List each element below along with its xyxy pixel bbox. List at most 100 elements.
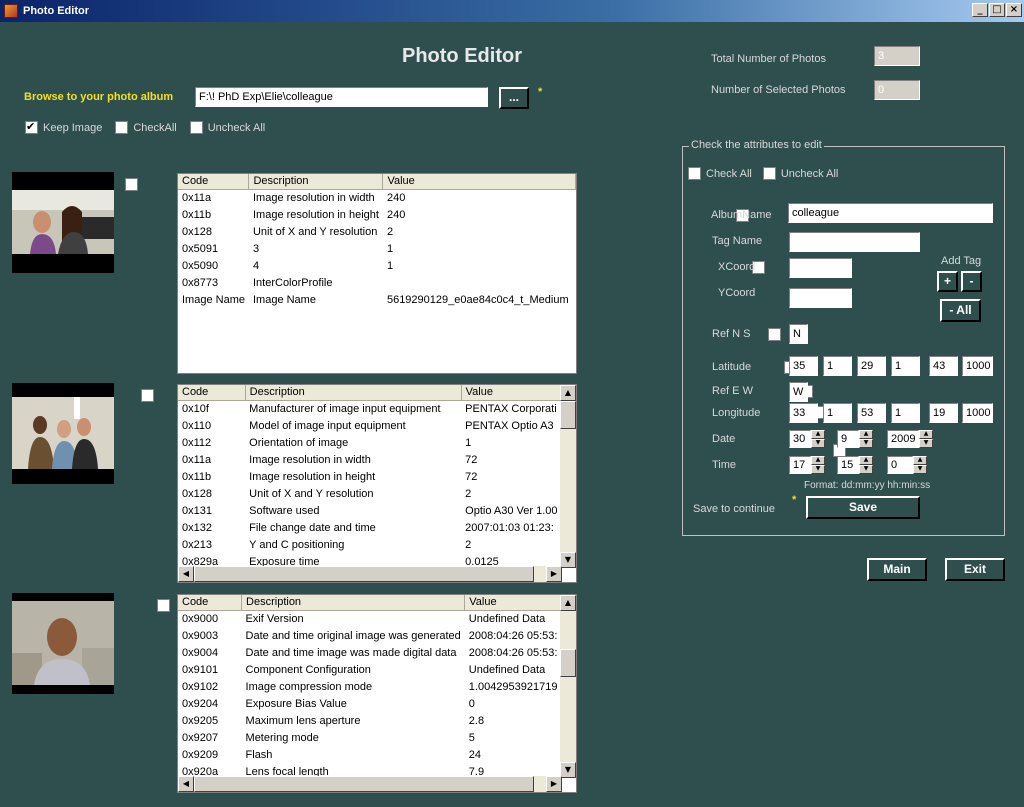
- cell-value[interactable]: 2: [383, 223, 576, 240]
- latitude-minutes-input[interactable]: 29: [857, 356, 886, 376]
- date-year-value[interactable]: 2009: [887, 430, 919, 448]
- cell-description[interactable]: Manufacturer of image input equipment: [245, 400, 461, 417]
- cell-value[interactable]: 2.8: [465, 712, 562, 729]
- table-row[interactable]: 0x9000 Exif Version Undefined Data: [178, 610, 562, 627]
- date-month-value[interactable]: 9: [837, 430, 859, 448]
- cell-description[interactable]: 4: [249, 257, 383, 274]
- cell-value[interactable]: 5619290129_e0ae84c0c4_t_Medium: [383, 291, 576, 308]
- cell-value[interactable]: 240: [383, 206, 576, 223]
- cell-description[interactable]: Image Name: [249, 291, 383, 308]
- column-header-description[interactable]: Description: [241, 595, 466, 611]
- cell-value[interactable]: 0: [465, 695, 562, 712]
- scrollbar-thumb[interactable]: [194, 566, 534, 582]
- scroll-down-arrow-icon[interactable]: ▼: [560, 552, 576, 568]
- table-row[interactable]: 0x128 Unit of X and Y resolution 2: [178, 485, 562, 502]
- cell-code[interactable]: 0x9003: [178, 627, 242, 644]
- cell-value[interactable]: 2008:04:26 05:53:: [465, 627, 562, 644]
- scrollbar-thumb[interactable]: [194, 776, 534, 792]
- column-header-code[interactable]: Code: [178, 385, 246, 401]
- table-row[interactable]: 0x213 Y and C positioning 2: [178, 536, 562, 553]
- longitude-minutes-denominator-input[interactable]: 1: [891, 403, 920, 423]
- uncheck-all-photos-checkbox[interactable]: [189, 121, 203, 134]
- cell-code[interactable]: 0x128: [178, 223, 249, 240]
- table-row[interactable]: 0x132 File change date and time 2007:01:03…: [178, 519, 562, 536]
- cell-description[interactable]: Exposure Bias Value: [242, 695, 465, 712]
- cell-code[interactable]: 0x9101: [178, 661, 242, 678]
- browse-button[interactable]: ...: [499, 87, 529, 109]
- cell-value[interactable]: PENTAX Optio A3: [461, 417, 561, 434]
- column-header-description[interactable]: Description: [245, 385, 462, 401]
- table-row[interactable]: 0x5091 3 1: [178, 240, 576, 257]
- cell-description[interactable]: Unit of X and Y resolution: [249, 223, 383, 240]
- table-row[interactable]: 0x9205 Maximum lens aperture 2.8: [178, 712, 562, 729]
- uncheck-all-attributes-checkbox[interactable]: [762, 167, 776, 180]
- scroll-up-arrow-icon[interactable]: ▲: [560, 385, 576, 401]
- keep-image-checkbox[interactable]: [25, 120, 38, 134]
- table-row[interactable]: 0x9101 Component Configuration Undefined D…: [178, 661, 562, 678]
- scroll-left-arrow-icon[interactable]: ◀: [178, 776, 194, 792]
- table-row[interactable]: 0x11b Image resolution in height 72: [178, 468, 562, 485]
- cell-value[interactable]: 1: [383, 240, 576, 257]
- cell-description[interactable]: Image resolution in height: [249, 206, 383, 223]
- table-row[interactable]: 0x9204 Exposure Bias Value 0: [178, 695, 562, 712]
- table-row[interactable]: 0x8773 InterColorProfile: [178, 274, 576, 291]
- vertical-scrollbar[interactable]: ▲ ▼: [560, 385, 576, 568]
- cell-description[interactable]: Flash: [242, 746, 465, 763]
- cell-code[interactable]: 0x5090: [178, 257, 249, 274]
- spin-up-icon[interactable]: ▲: [811, 430, 825, 439]
- cell-value[interactable]: 1: [461, 434, 561, 451]
- xcoord-input[interactable]: [789, 258, 852, 278]
- scroll-up-arrow-icon[interactable]: ▲: [560, 595, 576, 611]
- album-name-input[interactable]: colleague: [788, 203, 993, 223]
- cell-description[interactable]: Date and time image was made digital dat…: [242, 644, 465, 661]
- cell-value[interactable]: 72: [461, 451, 561, 468]
- table-row[interactable]: 0x9207 Metering mode 5: [178, 729, 562, 746]
- cell-code[interactable]: 0x11a: [178, 189, 249, 206]
- cell-code[interactable]: 0x11a: [178, 451, 245, 468]
- column-header-value[interactable]: Value: [382, 174, 576, 190]
- cell-description[interactable]: 3: [249, 240, 383, 257]
- cell-value[interactable]: 2: [461, 485, 561, 502]
- minimize-button[interactable]: _: [972, 3, 988, 17]
- spin-down-icon[interactable]: ▼: [859, 439, 873, 448]
- spin-up-icon[interactable]: ▲: [913, 456, 927, 465]
- cell-value[interactable]: 2008:04:26 05:53:: [465, 644, 562, 661]
- table-row[interactable]: 0x128 Unit of X and Y resolution 2: [178, 223, 576, 240]
- table-row[interactable]: 0x9209 Flash 24: [178, 746, 562, 763]
- cell-code[interactable]: 0x10f: [178, 400, 245, 417]
- cell-description[interactable]: Image resolution in width: [249, 189, 383, 206]
- cell-value[interactable]: PENTAX Corporati: [461, 400, 561, 417]
- horizontal-scrollbar[interactable]: ◀ ▶: [178, 566, 562, 582]
- cell-description[interactable]: InterColorProfile: [249, 274, 383, 291]
- remove-all-tags-button[interactable]: - All: [940, 299, 981, 322]
- table-row[interactable]: 0x10f Manufacturer of image input equipme…: [178, 400, 562, 417]
- table-row[interactable]: Image Name Image Name 5619290129_e0ae84c0c…: [178, 291, 576, 308]
- ycoord-input[interactable]: [789, 288, 852, 308]
- scroll-left-arrow-icon[interactable]: ◀: [178, 566, 194, 582]
- date-year-spinner[interactable]: 2009 ▲ ▼: [887, 430, 933, 448]
- spin-up-icon[interactable]: ▲: [859, 456, 873, 465]
- exif-grid-3[interactable]: Code Description Value 0x9000 Exif Versio…: [177, 594, 577, 793]
- time-hour-value[interactable]: 17: [789, 456, 811, 474]
- column-header-description[interactable]: Description: [248, 174, 384, 190]
- cell-value[interactable]: Undefined Data: [465, 661, 562, 678]
- exit-button[interactable]: Exit: [945, 558, 1005, 581]
- cell-code[interactable]: 0x5091: [178, 240, 249, 257]
- cell-description[interactable]: Y and C positioning: [245, 536, 461, 553]
- cell-value[interactable]: 5: [465, 729, 562, 746]
- table-row[interactable]: 0x131 Software used Optio A30 Ver 1.00: [178, 502, 562, 519]
- latitude-degrees-denominator-input[interactable]: 1: [823, 356, 852, 376]
- time-second-value[interactable]: 0: [887, 456, 913, 474]
- cell-description[interactable]: Date and time original image was generat…: [242, 627, 465, 644]
- date-day-spinner[interactable]: 30 ▲ ▼: [789, 430, 825, 448]
- cell-value[interactable]: Optio A30 Ver 1.00: [461, 502, 561, 519]
- cell-code[interactable]: 0x9004: [178, 644, 242, 661]
- column-header-code[interactable]: Code: [178, 174, 250, 190]
- cell-value[interactable]: 72: [461, 468, 561, 485]
- cell-description[interactable]: File change date and time: [245, 519, 461, 536]
- cell-description[interactable]: Model of image input equipment: [245, 417, 461, 434]
- cell-code[interactable]: 0x8773: [178, 274, 249, 291]
- photo-thumbnail-1[interactable]: [12, 172, 114, 273]
- spin-up-icon[interactable]: ▲: [811, 456, 825, 465]
- date-month-spinner[interactable]: 9 ▲ ▼: [837, 430, 873, 448]
